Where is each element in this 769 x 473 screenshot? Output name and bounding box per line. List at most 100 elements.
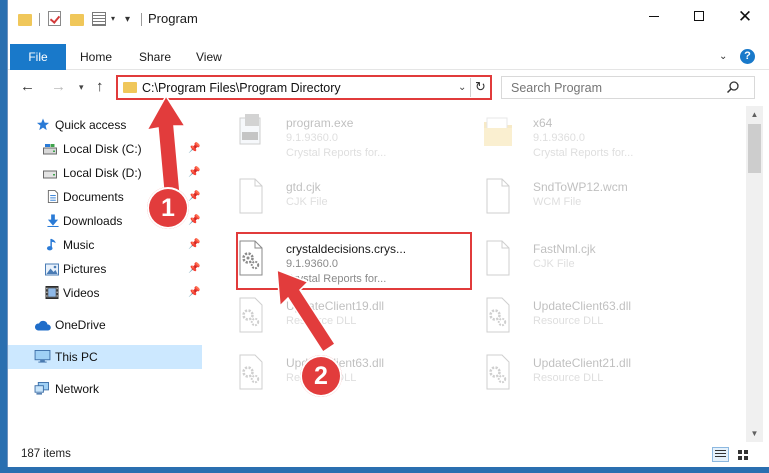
status-bar: 187 items [8,443,769,467]
maximize-button[interactable] [676,0,722,32]
folder-icon [484,117,512,146]
sidebar-item-local-disk-d[interactable]: Local Disk (D:) 📌 [8,162,202,184]
sidebar-item-label: Documents [63,190,124,204]
file-item[interactable]: x64 9.1.9360.0 Crystal Reports for... [463,106,703,159]
sidebar-item-label: Quick access [55,118,127,132]
pin-icon[interactable]: 📌 [188,167,200,178]
expand-ribbon-icon[interactable]: ⌄ [719,51,727,62]
dll-gear-icon [239,297,263,333]
sidebar-item-label: Local Disk (D:) [63,166,142,180]
search-box[interactable] [501,76,755,99]
file-item[interactable]: FastNml.cjk CJK File [463,232,703,284]
sidebar-item-quick-access[interactable]: Quick access [8,114,202,136]
cloud-icon [34,320,51,331]
dll-gear-icon [486,297,510,333]
file-type: Resource DLL [533,372,604,384]
highlight-box [236,232,472,290]
file-name: UpdateClient63.dll [533,299,632,313]
help-icon[interactable]: ? [740,49,755,64]
computer-icon [34,350,51,363]
sidebar-item-videos[interactable]: Videos 📌 [8,282,202,304]
properties-list-icon[interactable] [92,12,106,26]
music-icon [46,238,56,251]
videos-icon [45,286,59,299]
callout-step-2: 2 [300,355,342,397]
folder-icon[interactable] [18,14,32,26]
navigation-pane: Quick access Local Disk (C:) 📌 Local Dis… [8,106,204,436]
file-type: CJK File [533,258,575,270]
sidebar-item-local-disk-c[interactable]: Local Disk (C:) 📌 [8,138,202,160]
sidebar-item-onedrive[interactable]: OneDrive [8,314,202,336]
file-item[interactable]: UpdateClient63.dll Resource DLL [463,289,703,341]
details-view-icon[interactable] [712,447,729,462]
document-icon [239,178,263,214]
up-arrow-icon[interactable]: ↑ [96,78,104,95]
file-type: Resource DLL [533,315,604,327]
search-input[interactable] [502,77,722,98]
sidebar-item-label: This PC [55,350,98,364]
address-path[interactable]: C:\Program Files\Program Directory [142,81,341,95]
file-item[interactable]: UpdateClient19.dll Resource DLL [216,289,456,341]
file-item[interactable]: UpdateClient21.dll Resource DLL [463,346,703,398]
file-name: FastNml.cjk [533,242,596,256]
chevron-down-icon[interactable]: ⌄ [458,82,466,93]
sidebar-item-network[interactable]: Network [8,378,202,400]
drive-icon [43,144,57,155]
pin-icon[interactable]: 📌 [188,143,200,154]
scrollbar-thumb[interactable] [748,124,761,173]
network-icon [34,382,49,395]
properties-check-icon[interactable] [48,11,61,26]
back-arrow-icon[interactable]: ← [20,78,35,95]
file-item[interactable]: gtd.cjk CJK File [216,170,456,222]
document-icon [486,178,510,214]
sidebar-item-label: Videos [63,286,100,300]
refresh-icon[interactable]: ↻ [475,79,486,95]
file-item[interactable]: program.exe 9.1.9360.0 Crystal Reports f… [216,106,456,159]
file-name: UpdateClient19.dll [286,299,385,313]
customize-toolbar-icon[interactable]: ▾ [125,14,135,25]
tab-file[interactable]: File [10,44,66,70]
file-name: x64 [533,116,553,130]
tab-view[interactable]: View [196,44,222,70]
forward-arrow-icon[interactable]: → [51,78,66,95]
dll-gear-icon [239,354,263,390]
sidebar-item-label: Downloads [63,214,123,228]
close-icon: ✕ [737,6,753,26]
sidebar-item-pictures[interactable]: Pictures 📌 [8,258,202,280]
tab-share[interactable]: Share [139,44,171,70]
file-name: gtd.cjk [286,180,321,194]
sidebar-item-label: Network [55,382,100,396]
pin-icon[interactable]: 📌 [188,239,200,250]
dll-gear-icon [486,354,510,390]
explorer-window: ▾ ▾ Program ✕ File Home Share View ⌄ ? ←… [7,0,769,467]
minimize-button[interactable] [631,0,677,32]
drive-icon [43,170,57,179]
vertical-scrollbar[interactable]: ▲ ▼ [746,106,763,442]
sidebar-item-this-pc[interactable]: This PC [8,345,202,369]
exe-icon [239,114,261,145]
pin-icon[interactable]: 📌 [188,215,200,226]
file-item[interactable]: SndToWP12.wcm WCM File [463,170,703,222]
search-icon[interactable] [726,80,740,94]
window-title: Program [148,11,198,26]
tab-home[interactable]: Home [80,44,112,70]
file-description: Crystal Reports for... [533,147,634,159]
new-folder-icon[interactable] [70,14,84,26]
recent-locations-icon[interactable]: ▾ [79,82,84,93]
pin-icon[interactable]: 📌 [188,191,200,202]
file-type: CJK File [286,196,328,208]
address-bar[interactable]: C:\Program Files\Program Directory ⌄ ↻ [116,75,492,100]
scroll-up-icon[interactable]: ▲ [746,106,763,123]
chevron-down-icon[interactable]: ▾ [111,14,121,24]
file-name: UpdateClient21.dll [533,356,632,370]
documents-icon [47,190,59,203]
pin-icon[interactable]: 📌 [188,287,200,298]
scroll-down-icon[interactable]: ▼ [746,425,763,442]
item-count: 187 items [21,448,71,460]
close-button[interactable]: ✕ [722,0,768,32]
large-icons-view-icon[interactable] [735,447,752,462]
pin-icon[interactable]: 📌 [188,263,200,274]
sidebar-item-music[interactable]: Music 📌 [8,234,202,256]
callout-step-1: 1 [147,187,189,229]
file-type: Resource DLL [286,315,357,327]
